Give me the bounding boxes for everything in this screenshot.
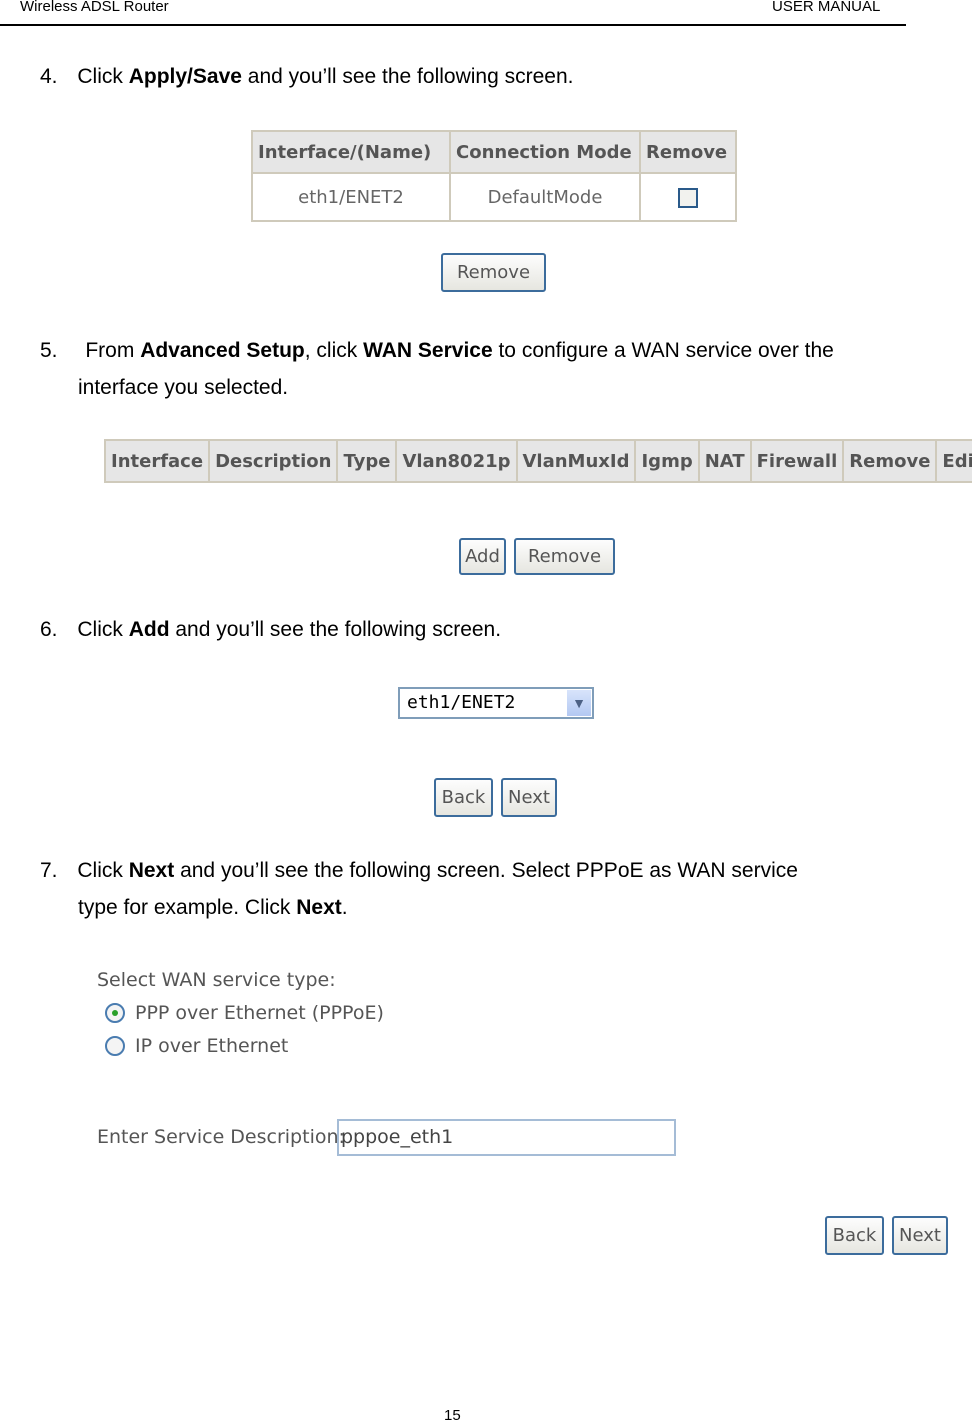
step-5: 5. From Advanced Setup, click WAN Servic… [40, 332, 910, 406]
cell: eth1/ENET2 [251, 172, 451, 222]
step-number: 4. [40, 65, 58, 88]
bold-text: Next [128, 859, 175, 882]
text: and you’ll see the following screen. [241, 65, 574, 88]
remove-button[interactable]: Remove [441, 253, 546, 292]
step-number: 7. [40, 859, 58, 882]
add-button[interactable]: Add [459, 538, 506, 575]
column-header: Interface [103, 439, 211, 483]
wan-type-label: Select WAN service type: [97, 969, 336, 991]
text: , click [304, 339, 364, 362]
step-number: 6. [40, 618, 58, 641]
text: type for example. Click [78, 896, 297, 919]
input-value: pppoe_eth1 [341, 1126, 454, 1148]
text: interface you selected. [78, 376, 289, 399]
step-4: 4. Click Apply/Save and you’ll see the f… [40, 58, 573, 95]
back-button[interactable]: Back [825, 1216, 884, 1255]
column-header: Firewall [749, 439, 845, 483]
radio-ipoe[interactable] [105, 1036, 125, 1056]
next-button[interactable]: Next [501, 778, 557, 817]
remove-button[interactable]: Remove [514, 538, 615, 575]
column-header: Description [208, 439, 339, 483]
column-header: Connection Mode [449, 130, 641, 174]
bold-text: WAN Service [363, 339, 493, 362]
text: Click [77, 859, 129, 882]
remove-checkbox[interactable] [678, 187, 698, 208]
cell [639, 172, 737, 222]
bold-text: Apply [128, 65, 188, 88]
bold-text: Add [128, 618, 170, 641]
service-description-label: Enter Service Description: [97, 1126, 345, 1148]
option-label: IP over Ethernet [135, 1035, 289, 1057]
column-header: Remove [639, 130, 737, 174]
column-header: Igmp [634, 439, 700, 483]
bold-text: Advanced Setup [140, 339, 305, 362]
document-page: Wireless ADSL Router USER MANUAL 4. Clic… [0, 0, 972, 1424]
table-row: eth1/ENET2 DefaultMode [251, 172, 737, 222]
column-header: VlanMuxId [515, 439, 637, 483]
text: Click [77, 65, 129, 88]
page-number: 15 [444, 1407, 461, 1424]
column-header: Remove [842, 439, 938, 483]
text: Click [77, 618, 129, 641]
interface-table: Interface/(Name) Connection Mode Remove et… [251, 130, 737, 222]
step-6: 6. Click Add and you’ll see the followin… [40, 611, 501, 648]
step-number: 5. [40, 339, 58, 362]
text: . [341, 896, 348, 919]
next-button[interactable]: Next [892, 1216, 948, 1255]
text: and you’ll see the following screen. [169, 618, 502, 641]
chevron-down-icon[interactable]: ▼ [567, 690, 591, 716]
interface-select[interactable]: eth1/ENET2 ▼ [398, 687, 594, 719]
column-header: Edit [935, 439, 972, 483]
text: From [85, 339, 141, 362]
selected-value: eth1/ENET2 [407, 692, 516, 713]
bold-text: Next [296, 896, 342, 919]
header-left: Wireless ADSL Router [20, 0, 169, 15]
column-header: Interface/(Name) [251, 130, 451, 174]
radio-pppoe[interactable] [105, 1003, 125, 1023]
back-button[interactable]: Back [434, 778, 493, 817]
service-description-input[interactable]: pppoe_eth1 [337, 1119, 676, 1156]
text: and you’ll see the following screen. Sel… [174, 859, 798, 882]
bold-text: Save [192, 65, 242, 88]
step-7: 7. Click Next and you’ll see the followi… [40, 852, 902, 926]
text: to configure a WAN service over the [492, 339, 834, 362]
header-right: USER MANUAL [772, 0, 881, 15]
column-header: Vlan8021p [395, 439, 518, 483]
wan-service-table: Interface Description Type Vlan8021p Vla… [103, 439, 972, 483]
cell: DefaultMode [449, 172, 641, 222]
column-header: NAT [697, 439, 752, 483]
column-header: Type [336, 439, 398, 483]
header-rule [0, 24, 906, 26]
option-label: PPP over Ethernet (PPPoE) [135, 1002, 384, 1024]
